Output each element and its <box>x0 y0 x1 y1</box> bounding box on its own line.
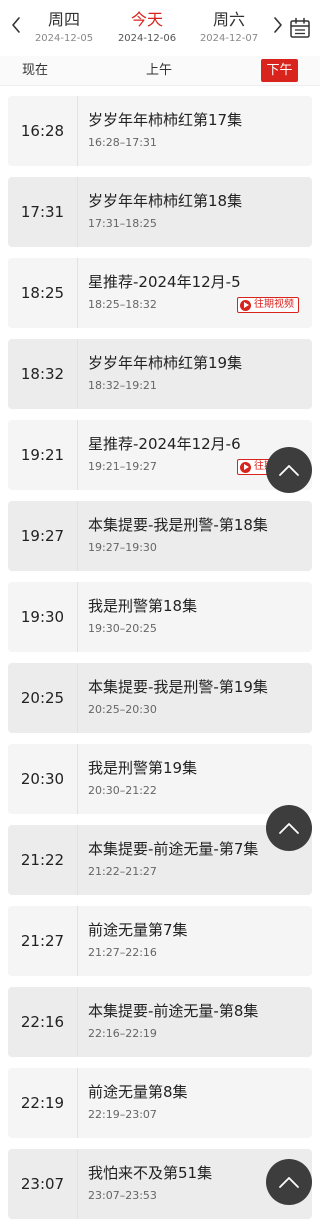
program-title: 前途无量第7集 <box>88 921 188 939</box>
program-time-range: 20:25–20:30 <box>88 703 157 716</box>
program-row[interactable]: 18:25 星推荐-2024年12月-5 18:25–18:32 往期视频 <box>8 258 312 328</box>
program-time-range: 22:19–23:07 <box>88 1108 157 1121</box>
program-title: 岁岁年年柿柿红第18集 <box>88 192 243 210</box>
date-bar: 周四 2024-12-05 今天 2024-12-06 周六 2024-12-0… <box>0 0 320 52</box>
day-tab-thursday[interactable]: 周四 2024-12-05 <box>16 10 112 46</box>
day-weekday: 周六 <box>212 10 245 29</box>
program-title: 我怕来不及第51集 <box>88 1164 213 1182</box>
program-row[interactable]: 17:31 岁岁年年柿柿红第18集 17:31–18:25 <box>8 177 312 247</box>
program-time-range: 20:30–21:22 <box>88 784 157 797</box>
chevron-up-icon <box>279 465 299 476</box>
program-start-time: 17:31 <box>8 177 78 247</box>
program-time-range: 21:27–22:16 <box>88 946 157 959</box>
program-row[interactable]: 19:27 本集提要-我是刑警-第18集 19:27–19:30 <box>8 501 312 571</box>
program-time-range: 18:32–19:21 <box>88 379 157 392</box>
program-time-range: 17:31–18:25 <box>88 217 157 230</box>
program-start-time: 19:21 <box>8 420 78 490</box>
program-time-range: 23:07–23:53 <box>88 1189 157 1202</box>
program-start-time: 19:27 <box>8 501 78 571</box>
program-row[interactable]: 19:30 我是刑警第18集 19:30–20:25 <box>8 582 312 652</box>
program-time-range: 16:28–17:31 <box>88 136 157 149</box>
calendar-button[interactable] <box>289 17 311 39</box>
replay-video-button[interactable]: 往期视频 <box>237 297 299 313</box>
program-start-time: 16:28 <box>8 96 78 166</box>
program-title: 星推荐-2024年12月-6 <box>88 435 241 453</box>
chevron-up-icon <box>279 823 299 834</box>
period-am-tab[interactable]: 上午 <box>146 61 172 81</box>
program-start-time: 19:30 <box>8 582 78 652</box>
program-time-range: 22:16–22:19 <box>88 1027 157 1040</box>
program-title: 岁岁年年柿柿红第19集 <box>88 354 243 372</box>
program-start-time: 18:25 <box>8 258 78 328</box>
program-title: 我是刑警第19集 <box>88 759 198 777</box>
play-icon <box>240 299 251 311</box>
period-now-tab[interactable]: 现在 <box>22 61 48 81</box>
calendar-icon <box>290 17 310 38</box>
period-bar: 现在 上午 下午 <box>0 56 320 86</box>
day-weekday: 周四 <box>47 10 80 29</box>
program-time-range: 18:25–18:32 <box>88 298 157 311</box>
day-date: 2024-12-05 <box>34 33 94 44</box>
day-date: 2024-12-07 <box>199 33 259 44</box>
replay-label: 往期视频 <box>254 299 294 310</box>
program-row[interactable]: 21:27 前途无量第7集 21:27–22:16 <box>8 906 312 976</box>
program-start-time: 22:19 <box>8 1068 78 1138</box>
scroll-top-button[interactable] <box>266 805 312 851</box>
program-title: 星推荐-2024年12月-5 <box>88 273 241 291</box>
program-start-time: 22:16 <box>8 987 78 1057</box>
program-title: 本集提要-前途无量-第7集 <box>88 840 259 858</box>
scroll-top-button[interactable] <box>266 1159 312 1205</box>
program-start-time: 18:32 <box>8 339 78 409</box>
program-title: 本集提要-前途无量-第8集 <box>88 1002 259 1020</box>
program-row[interactable]: 18:32 岁岁年年柿柿红第19集 18:32–19:21 <box>8 339 312 409</box>
program-title: 本集提要-我是刑警-第19集 <box>88 678 268 696</box>
program-time-range: 19:21–19:27 <box>88 460 157 473</box>
program-title: 岁岁年年柿柿红第17集 <box>88 111 243 129</box>
program-start-time: 20:25 <box>8 663 78 733</box>
program-row[interactable]: 22:19 前途无量第8集 22:19–23:07 <box>8 1068 312 1138</box>
program-time-range: 21:22–21:27 <box>88 865 157 878</box>
program-row[interactable]: 19:21星推荐-2024年12月-619:21–19:27往期视频 <box>8 420 312 490</box>
program-row[interactable]: 20:30 我是刑警第19集 20:30–21:22 <box>8 744 312 814</box>
program-title: 前途无量第8集 <box>88 1083 188 1101</box>
program-row[interactable]: 20:25 本集提要-我是刑警-第19集 20:25–20:30 <box>8 663 312 733</box>
day-tab-saturday[interactable]: 周六 2024-12-07 <box>181 10 277 46</box>
program-start-time: 21:27 <box>8 906 78 976</box>
program-title: 本集提要-我是刑警-第18集 <box>88 516 268 534</box>
program-time-range: 19:27–19:30 <box>88 541 157 554</box>
program-title: 我是刑警第18集 <box>88 597 198 615</box>
program-row[interactable]: 16:28 岁岁年年柿柿红第17集 16:28–17:31 <box>8 96 312 166</box>
next-day-button[interactable] <box>268 14 288 36</box>
program-time-range: 19:30–20:25 <box>88 622 157 635</box>
play-icon <box>240 461 251 473</box>
program-list: 16:28 岁岁年年柿柿红第17集 16:28–17:31 17:31 岁岁年年柿柿红第… <box>8 96 312 1224</box>
scroll-top-button[interactable] <box>266 447 312 493</box>
chevron-right-icon <box>274 17 282 33</box>
program-start-time: 23:07 <box>8 1149 78 1219</box>
program-row[interactable]: 22:16 本集提要-前途无量-第8集 22:16–22:19 <box>8 987 312 1057</box>
program-start-time: 20:30 <box>8 744 78 814</box>
period-pm-tab[interactable]: 下午 <box>261 59 298 82</box>
schedule-page: { "date_bar": { "days": [ {"weekday": "周… <box>0 0 320 1224</box>
program-start-time: 21:22 <box>8 825 78 895</box>
chevron-up-icon <box>279 1177 299 1188</box>
